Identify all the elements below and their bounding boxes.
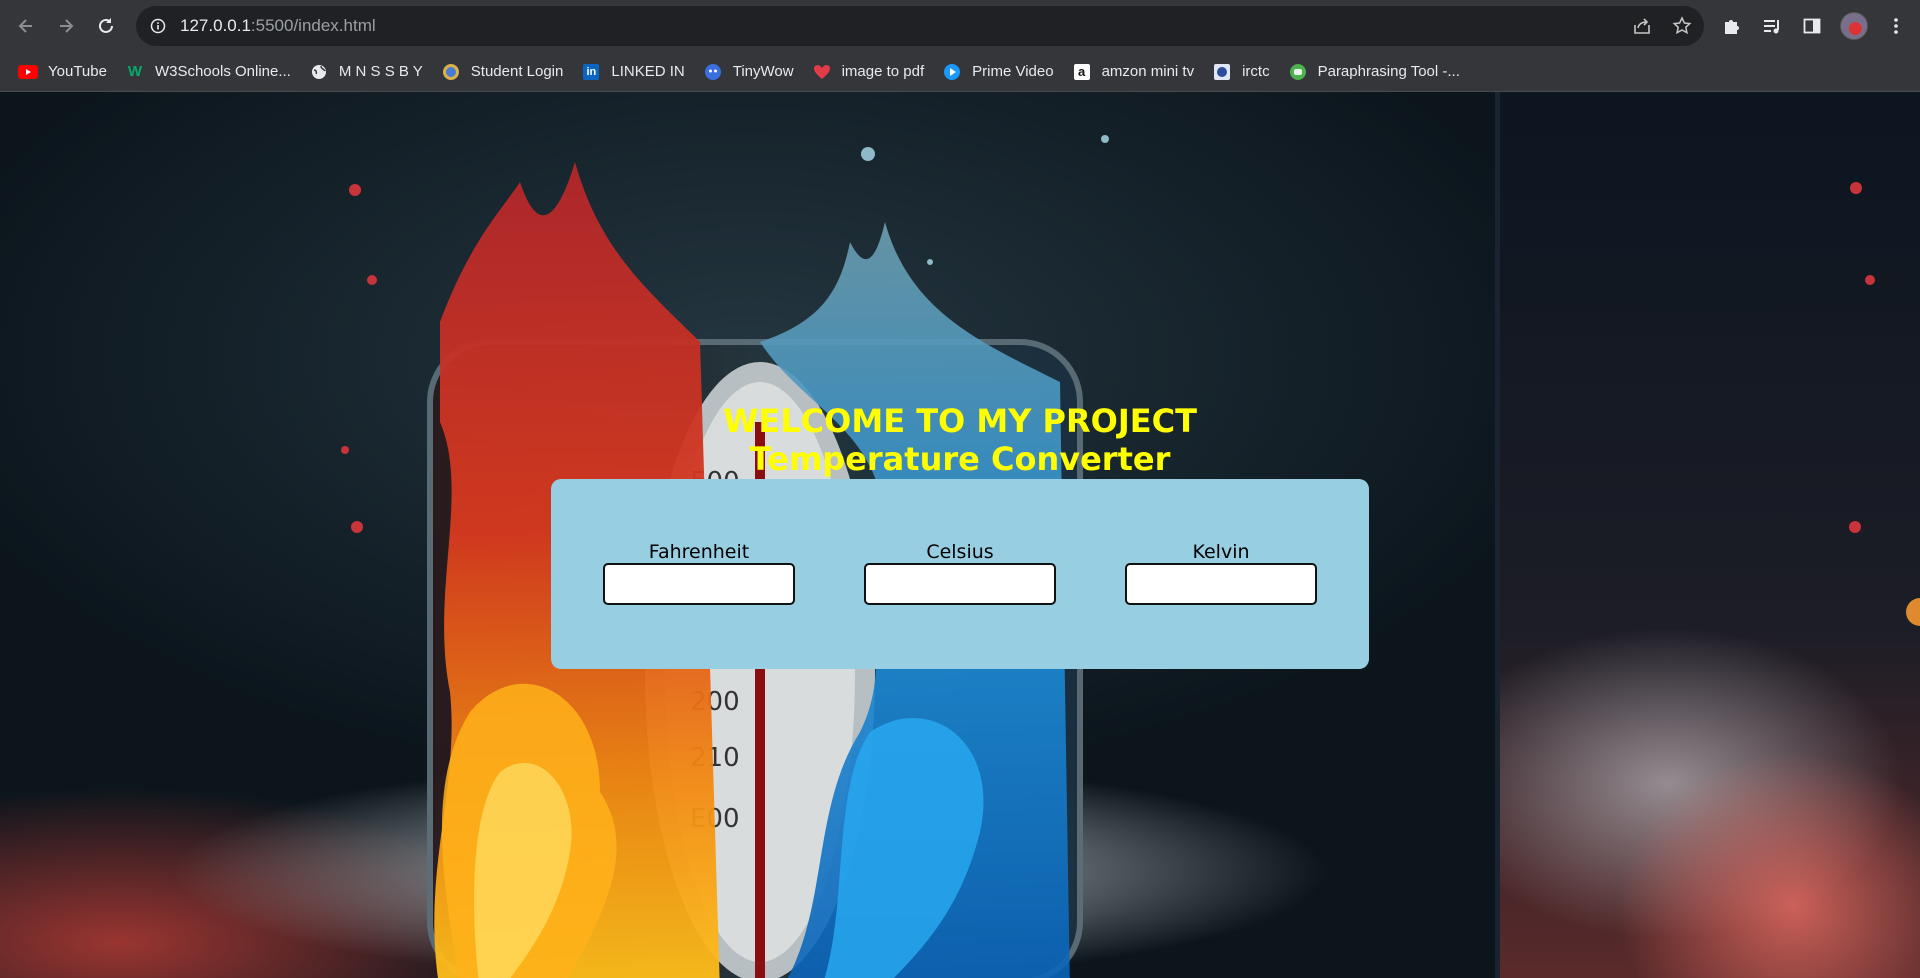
celsius-group: Celsius (864, 541, 1056, 605)
quillbot-icon (1288, 62, 1308, 82)
playlist-icon (1764, 20, 1779, 34)
bookmark-label: Paraphrasing Tool -... (1317, 63, 1460, 80)
reload-icon (99, 18, 113, 33)
reload-button[interactable] (86, 6, 126, 46)
bookmark-image-to-pdf[interactable]: image to pdf (808, 56, 933, 88)
student-login-icon (441, 62, 461, 82)
celsius-input[interactable] (864, 563, 1056, 605)
linkedin-icon: in (581, 62, 601, 82)
bookmark-prime-video[interactable]: Prime Video (938, 56, 1061, 88)
side-panel-icon (1803, 18, 1821, 34)
puzzle-icon (1725, 20, 1739, 34)
bookmark-label: M N S S B Y (338, 63, 423, 80)
bookmark-student-login[interactable]: Student Login (437, 56, 572, 88)
bookmark-label: YouTube (48, 63, 107, 80)
fahrenheit-input[interactable] (603, 563, 795, 605)
url-text[interactable]: 127.0.0.1:5500/index.html (180, 16, 376, 36)
globe-icon (309, 62, 329, 82)
bookmark-label: amzon mini tv (1101, 63, 1195, 80)
bookmarks-bar: YouTube W W3Schools Online... M N S S B Y St… (0, 52, 1920, 92)
tinywow-icon (703, 62, 723, 82)
bookmark-label: image to pdf (841, 63, 925, 80)
w3schools-icon: W (127, 63, 143, 80)
bookmark-label: Prime Video (972, 63, 1054, 80)
converter-card: Fahrenheit Celsius Kelvin (551, 479, 1369, 669)
back-arrow-icon (18, 19, 32, 33)
fahrenheit-group: Fahrenheit (603, 541, 795, 605)
youtube-icon (18, 62, 38, 82)
menu-button[interactable] (1884, 14, 1908, 38)
amazon-icon: a (1072, 62, 1092, 82)
kelvin-label: Kelvin (1192, 541, 1250, 563)
kelvin-group: Kelvin (1125, 541, 1317, 605)
bookmark-m-n-s-s-b-y[interactable]: M N S S B Y (305, 56, 431, 88)
more-vert-icon (1894, 18, 1898, 34)
bookmark-irctc[interactable]: irctc (1208, 56, 1278, 88)
bookmark-label: LINKED IN (611, 63, 685, 80)
bookmark-tinywow[interactable]: TinyWow (699, 56, 802, 88)
url-path: :5500/index.html (250, 16, 376, 35)
bookmark-youtube[interactable]: YouTube (14, 56, 115, 88)
heart-icon (812, 62, 832, 82)
celsius-label: Celsius (926, 541, 994, 563)
kelvin-input[interactable] (1125, 563, 1317, 605)
converter-title: Temperature Converter (749, 440, 1171, 478)
fahrenheit-label: Fahrenheit (648, 541, 750, 563)
media-control-button[interactable] (1760, 14, 1784, 38)
extensions-button[interactable] (1720, 14, 1744, 38)
browser-toolbar: 127.0.0.1:5500/index.html (0, 0, 1920, 52)
address-bar[interactable]: 127.0.0.1:5500/index.html (136, 6, 1704, 46)
share-icon (1634, 18, 1650, 34)
star-icon (1672, 16, 1692, 35)
bookmark-linked-in[interactable]: in LINKED IN (577, 56, 692, 88)
background-droplets (1849, 182, 1920, 626)
profile-avatar[interactable] (1840, 12, 1868, 40)
bookmark-w3schools-online[interactable]: W W3Schools Online... (121, 56, 299, 88)
site-info-icon[interactable] (150, 18, 166, 34)
bookmark-label: TinyWow (732, 63, 794, 80)
welcome-heading: WELCOME TO MY PROJECT (723, 402, 1197, 440)
bookmark-amzon-mini-tv[interactable]: a amzon mini tv (1068, 56, 1203, 88)
side-panel-button[interactable] (1800, 14, 1824, 38)
forward-arrow-icon (60, 19, 74, 33)
back-button[interactable] (6, 6, 46, 46)
bookmark-label: Student Login (470, 63, 564, 80)
bookmark-label: irctc (1242, 63, 1270, 80)
bookmark-label: W3Schools Online... (154, 63, 291, 80)
forward-button[interactable] (46, 6, 86, 46)
irctc-icon (1212, 62, 1232, 82)
prime-video-icon (942, 62, 962, 82)
share-button[interactable] (1630, 14, 1654, 38)
bookmark-star-button[interactable] (1670, 14, 1694, 38)
page-viewport: 200210E00 50090 WELCOME TO MY PROJECT Te… (0, 92, 1920, 978)
url-host: 127.0.0.1 (180, 16, 251, 35)
bookmark-paraphrasing-tool[interactable]: Paraphrasing Tool -... (1284, 56, 1468, 88)
